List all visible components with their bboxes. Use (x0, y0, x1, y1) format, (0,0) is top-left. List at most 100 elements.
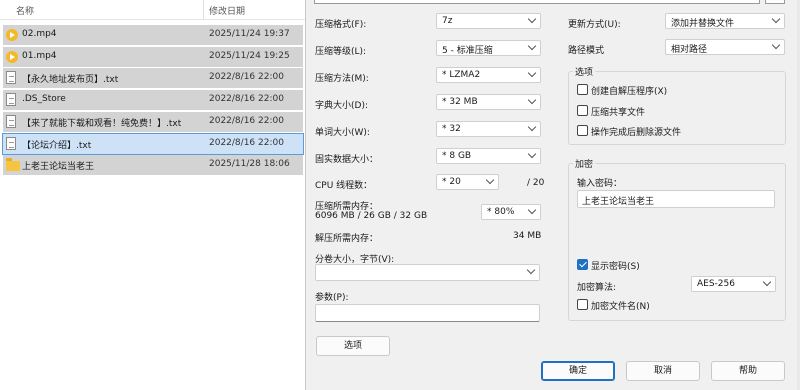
chevron-down-icon (528, 70, 536, 78)
mem-compress-value: * 80% (487, 207, 515, 217)
mem-compress-select[interactable]: * 80% (481, 204, 541, 220)
path-value: 相对路径 (671, 45, 708, 55)
encryption-group-title: 加密 (573, 157, 596, 170)
file-name: 02.mp4 (22, 29, 57, 39)
file-name: 【论坛介绍】.txt (22, 141, 92, 151)
encryption-method-label: 加密算法: (577, 283, 617, 293)
cancel-button[interactable]: 取消 (626, 361, 700, 381)
file-row[interactable]: 【永久地址发布页】.txt 2022/8/16 22:00 (3, 68, 303, 88)
threads-value: * 20 (442, 177, 461, 187)
browse-button[interactable] (765, 0, 785, 4)
threads-max: / 20 (527, 178, 545, 188)
text-file-icon (6, 115, 16, 128)
solid-label: 固实数据大小： (315, 155, 379, 165)
update-value: 添加并替换文件 (671, 19, 735, 29)
file-row[interactable]: 上老王论坛当老王 2025/11/28 18:06 (3, 155, 303, 175)
column-date-header[interactable]: 修改日期 (209, 4, 245, 17)
column-header: ^ 名称 修改日期 (0, 0, 305, 20)
params-label: 参数(P): (315, 293, 349, 303)
file-date: 2022/8/16 22:00 (209, 116, 284, 126)
split-select[interactable] (315, 264, 540, 281)
sort-caret-icon[interactable]: ^ (104, 0, 112, 6)
mem-decompress-value: 34 MB (513, 231, 542, 241)
file-date: 2025/11/24 19:37 (209, 29, 290, 39)
show-password-label: 显示密码(S) (591, 262, 640, 272)
sfx-checkbox[interactable] (577, 84, 588, 95)
path-label: 路径模式 (568, 46, 605, 56)
password-input[interactable]: 上老王论坛当老王 (577, 190, 775, 208)
file-date: 2022/8/16 22:00 (209, 94, 284, 104)
file-date: 2025/11/28 18:06 (209, 159, 290, 169)
file-row[interactable]: .DS_Store 2022/8/16 22:00 (3, 90, 303, 110)
chevron-down-icon (486, 177, 494, 185)
delete-after-checkbox[interactable] (577, 125, 588, 136)
file-row[interactable]: 02.mp4 2025/11/24 19:37 (3, 25, 303, 45)
mem-decompress-label: 解压所需内存： (315, 234, 379, 244)
file-name: 01.mp4 (22, 51, 57, 61)
chevron-down-icon (528, 16, 536, 24)
threads-select[interactable]: * 20 (436, 174, 499, 190)
file-name: 【永久地址发布页】.txt (22, 75, 119, 85)
chevron-down-icon (772, 42, 780, 50)
text-file-icon (6, 71, 16, 84)
text-file-icon (6, 137, 16, 150)
threads-label: CPU 线程数： (315, 181, 373, 191)
password-label: 输入密码： (577, 179, 623, 189)
dict-label: 字典大小(D): (315, 101, 368, 111)
encryption-method-select[interactable]: AES-256 (691, 276, 776, 292)
level-label: 压缩等级(L): (315, 47, 367, 57)
show-password-checkbox[interactable] (577, 259, 588, 270)
level-select[interactable]: 5 - 标准压缩 (436, 40, 541, 56)
solid-select[interactable]: * 8 GB (436, 148, 541, 164)
password-value: 上老王论坛当老王 (582, 197, 655, 207)
shared-files-checkbox[interactable] (577, 105, 588, 116)
chevron-down-icon (528, 97, 536, 105)
file-row[interactable]: 【来了就能下载和观看！纯免费！】.txt 2022/8/16 22:00 (3, 112, 303, 132)
file-date: 2025/11/24 19:25 (209, 51, 290, 61)
file-explorer: ^ 名称 修改日期 02.mp4 2025/11/24 19:37 01.mp4… (0, 0, 305, 390)
format-value: 7z (442, 16, 453, 26)
word-select[interactable]: * 32 (436, 121, 541, 137)
encryption-method-value: AES-256 (697, 279, 735, 289)
ok-button[interactable]: 确定 (541, 361, 615, 381)
file-name: 上老王论坛当老王 (22, 162, 95, 172)
help-button[interactable]: 帮助 (711, 361, 785, 381)
video-file-icon (6, 51, 18, 63)
add-to-archive-dialog: 压缩格式(F): 7z 压缩等级(L): 5 - 标准压缩 压缩方法(M): *… (305, 0, 797, 390)
shared-files-label: 压缩共享文件 (591, 108, 646, 118)
dict-select[interactable]: * 32 MB (436, 94, 541, 110)
column-separator[interactable] (203, 0, 204, 20)
archive-path-field[interactable] (314, 0, 760, 4)
file-name: 【来了就能下载和观看！纯免费！】.txt (22, 119, 182, 129)
method-select[interactable]: * LZMA2 (436, 67, 541, 83)
method-label: 压缩方法(M): (315, 74, 369, 84)
generic-file-icon (6, 93, 16, 106)
update-label: 更新方式(U): (568, 20, 621, 30)
params-input[interactable] (315, 304, 540, 322)
word-label: 单词大小(W): (315, 128, 370, 138)
mem-compress-detail: 6096 MB / 26 GB / 32 GB (315, 211, 428, 221)
format-select[interactable]: 7z (436, 13, 541, 29)
options-group-title: 选项 (573, 65, 596, 78)
word-value: * 32 (442, 124, 461, 134)
file-date: 2022/8/16 22:00 (209, 138, 284, 148)
delete-after-label: 操作完成后删除源文件 (591, 128, 682, 138)
encrypt-names-checkbox[interactable] (577, 299, 588, 310)
file-row[interactable]: 01.mp4 2025/11/24 19:25 (3, 47, 303, 67)
path-select[interactable]: 相对路径 (665, 39, 785, 55)
options-button[interactable]: 选项 (316, 336, 390, 356)
file-row[interactable]: 【论坛介绍】.txt 2022/8/16 22:00 (2, 133, 304, 155)
file-date: 2022/8/16 22:00 (209, 72, 284, 82)
dict-value: * 32 MB (442, 97, 478, 107)
chevron-down-icon (527, 267, 535, 275)
file-name: .DS_Store (22, 94, 66, 104)
chevron-down-icon (528, 207, 536, 215)
chevron-down-icon (772, 16, 780, 24)
column-name-header[interactable]: 名称 (16, 4, 34, 17)
update-select[interactable]: 添加并替换文件 (665, 13, 785, 29)
sfx-label: 创建自解压程序(X) (591, 87, 668, 97)
chevron-down-icon (528, 43, 536, 51)
encrypt-names-label: 加密文件名(N) (591, 302, 650, 312)
chevron-down-icon (528, 124, 536, 132)
format-label: 压缩格式(F): (315, 20, 367, 30)
